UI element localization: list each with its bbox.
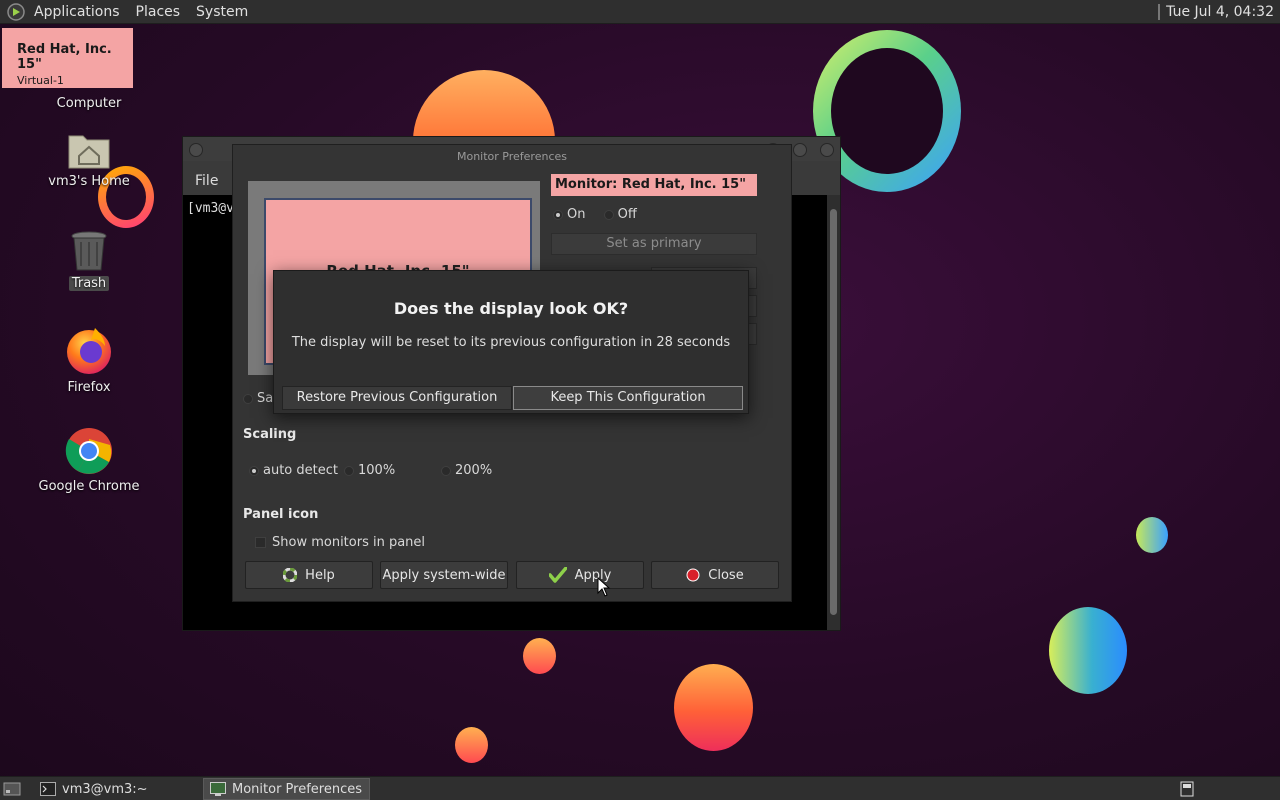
monitor-power-options: On Off [553,207,651,222]
help-button[interactable]: Help [245,561,373,589]
radio-label: Off [617,207,637,222]
checkbox-label: Show monitors in panel [272,535,426,550]
monitor-heading: Monitor: Red Hat, Inc. 15" [551,174,757,196]
radio-indicator [553,209,563,220]
radio-label: 100% [358,463,396,478]
help-lifebuoy-icon [283,568,298,582]
keep-this-configuration-button[interactable]: Keep This Configuration [513,386,743,410]
orange-orb-decoration [523,638,556,674]
clock[interactable]: Tue Jul 4, 04:32 [1166,4,1274,20]
desktop-icon-label: Google Chrome [38,479,140,494]
close-button[interactable]: Close [651,561,779,589]
radio-label: 200% [455,463,493,478]
radio-indicator [603,209,614,220]
show-monitors-checkbox[interactable]: Show monitors in panel [255,535,425,550]
clock-area: Tue Jul 4, 04:32 [1158,0,1274,24]
scaling-heading: Scaling [243,427,297,442]
stop-icon [686,568,700,582]
radio-on[interactable]: On [553,207,585,222]
mouse-cursor-icon [597,577,611,597]
taskbar-item-monitor-preferences[interactable]: Monitor Preferences [203,778,370,800]
desktop-icon-label: Trash [68,276,110,291]
restore-previous-configuration-button[interactable]: Restore Previous Configuration [282,386,512,410]
trash-icon [71,231,107,271]
applications-menu[interactable]: Applications [26,0,128,24]
desktop-icon-label: vm3's Home [48,174,130,189]
large-blue-green-orb-decoration [1049,607,1127,694]
dialog-message: The display will be reset to its previou… [291,335,731,350]
radio-label: On [567,207,586,222]
places-menu[interactable]: Places [128,0,189,24]
desktop-icon-trash[interactable]: Trash [29,230,149,291]
show-desktop-icon[interactable] [3,781,21,797]
radio-label: auto detect [263,463,338,478]
desktop-icon-computer[interactable]: Computer [29,96,149,111]
dialog-title: Does the display look OK? [393,299,629,318]
scaling-100[interactable]: 100% [344,463,395,478]
desktop-icon-firefox[interactable]: Firefox [29,326,149,395]
button-label: Apply system-wide [382,567,506,583]
terminal-prompt: [vm3@v [187,201,234,216]
panel-icon-heading: Panel icon [243,507,319,522]
blue-green-orb-decoration [1136,517,1168,553]
terminal-file-menu[interactable]: File [195,173,218,189]
terminal-icon [40,782,56,796]
home-folder-icon [68,135,110,169]
window-menu-button[interactable] [189,143,203,157]
panel-separator [1158,4,1161,20]
desktop-icon-label: Firefox [67,380,111,395]
radio-indicator [243,393,253,404]
scrollbar-thumb[interactable] [830,209,837,615]
window-title: Monitor Preferences [456,150,567,163]
button-label: Help [305,567,335,583]
bottom-taskbar: vm3@vm3:~ Monitor Preferences [0,776,1280,800]
system-menu[interactable]: System [188,0,256,24]
chrome-icon [65,428,112,474]
monitor-prefs-icon [210,782,226,796]
apply-button[interactable]: Apply [516,561,644,589]
checkmark-icon [548,567,567,583]
apply-system-wide-button[interactable]: Apply system-wide [380,561,508,589]
desktop-icon-home[interactable]: vm3's Home [29,130,149,189]
large-orange-orb-decoration [674,664,753,751]
firefox-icon [67,328,111,374]
scaling-200[interactable]: 200% [441,463,492,478]
close-window-button[interactable] [820,143,834,157]
radio-indicator [441,465,451,476]
task-label: Monitor Preferences [232,781,363,797]
button-label: Close [708,567,744,583]
top-panel: Applications Places System Tue Jul 4, 04… [0,0,1280,24]
taskbar-item-terminal[interactable]: vm3@vm3:~ [34,778,200,800]
workspace-switcher-icon[interactable] [1180,781,1194,797]
radio-off[interactable]: Off [603,207,637,222]
set-as-primary-button[interactable]: Set as primary [551,233,757,255]
radio-indicator [344,465,354,476]
applications-logo-icon[interactable] [6,2,26,22]
confirm-display-dialog[interactable]: Does the display look OK? The display wi… [273,270,749,414]
task-label: vm3@vm3:~ [62,781,148,797]
monitor-label-subtitle: Virtual-1 [17,74,64,87]
desktop-icon-label: Computer [56,96,122,111]
monitor-identification-label: Red Hat, Inc. 15" Virtual-1 [2,28,133,88]
monitor-label-title: Red Hat, Inc. 15" [17,42,112,72]
desktop-icon-chrome[interactable]: Google Chrome [29,427,149,494]
maximize-button[interactable] [793,143,807,157]
small-orange-orb-decoration [455,727,488,763]
radio-indicator [249,465,259,476]
checkbox-indicator [255,537,266,548]
scaling-auto-detect[interactable]: auto detect [249,463,338,478]
terminal-scrollbar[interactable] [827,195,840,630]
